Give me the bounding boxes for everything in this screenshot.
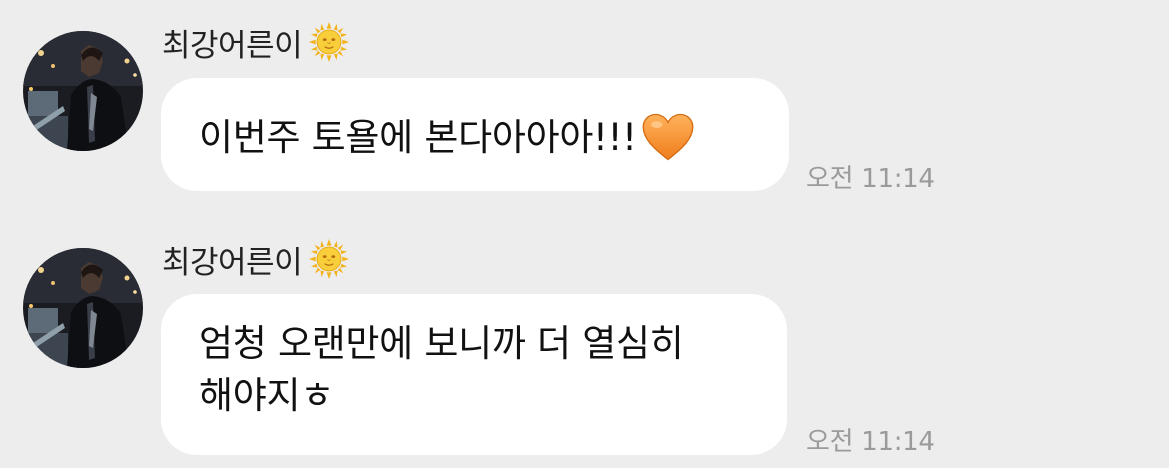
chat-message: 최강어른이 엄청 오랜만에 보니까 더 열심히 해야지ㅎ 오전 11:14	[0, 0, 1169, 468]
sender-row: 최강어른이	[162, 237, 350, 281]
message-timestamp: 오전 11:14	[806, 427, 935, 457]
sun-with-face-icon	[308, 238, 350, 280]
message-bubble[interactable]: 엄청 오랜만에 보니까 더 열심히 해야지ㅎ	[161, 294, 787, 455]
avatar[interactable]	[23, 248, 143, 368]
message-text-line: 해야지ㅎ	[199, 374, 334, 417]
message-text-line: 엄청 오랜만에 보니까 더 열심히	[199, 322, 684, 365]
sender-name[interactable]: 최강어른이	[162, 237, 303, 282]
